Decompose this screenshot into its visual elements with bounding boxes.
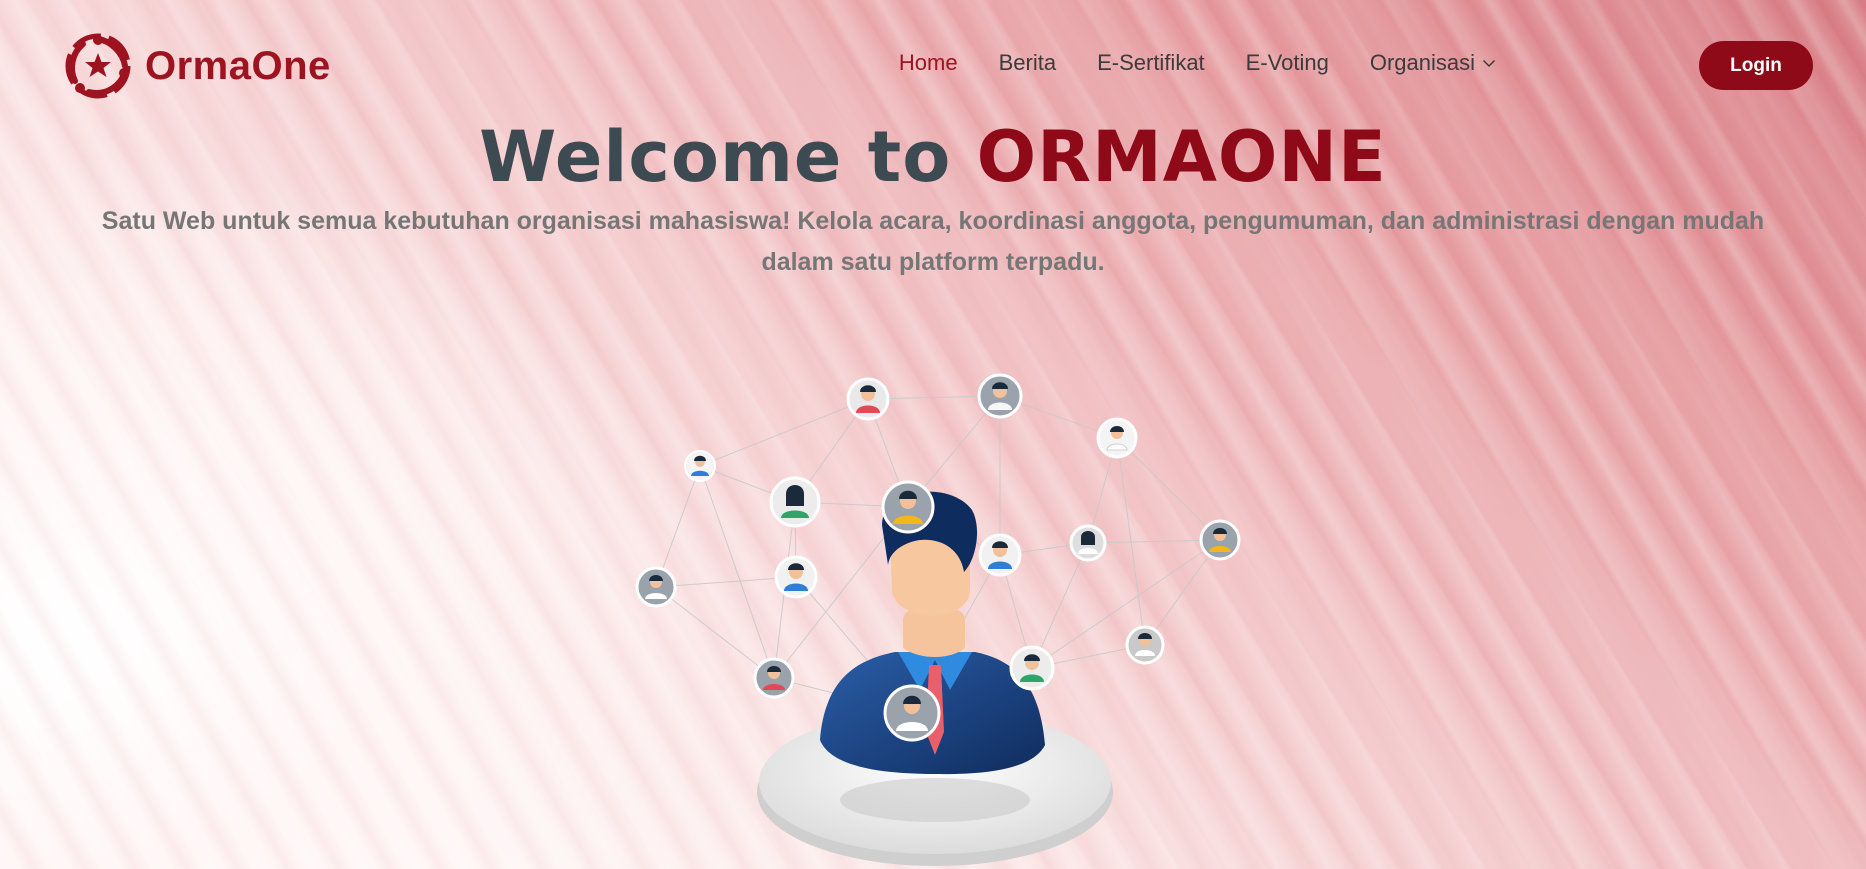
- brand-name: OrmaOne: [145, 43, 331, 88]
- avatar-node: [1125, 625, 1165, 665]
- nav-link-home[interactable]: Home: [899, 50, 958, 76]
- nav-item-e-sertifikat: E-Sertifikat: [1097, 50, 1205, 76]
- nav-menu: Home Berita E-Sertifikat E-Voting Organi…: [899, 50, 1496, 76]
- avatar-node: [1009, 645, 1055, 691]
- avatar-node: [684, 450, 716, 482]
- nav-link-e-voting[interactable]: E-Voting: [1246, 50, 1329, 76]
- login-button[interactable]: Login: [1699, 41, 1813, 90]
- avatar-node: [753, 657, 795, 699]
- hero-title-prefix: Welcome to: [479, 116, 977, 198]
- avatar-node: [977, 373, 1023, 419]
- avatar-node: [1199, 519, 1241, 561]
- nav-item-home: Home: [899, 50, 958, 76]
- avatar-node: [1096, 417, 1138, 459]
- nav-item-organisasi: Organisasi: [1370, 50, 1496, 76]
- brand-logo-link[interactable]: OrmaOne: [63, 31, 331, 101]
- nav-dropdown-organisasi[interactable]: Organisasi: [1370, 50, 1496, 76]
- nav-link-e-sertifikat[interactable]: E-Sertifikat: [1097, 50, 1205, 76]
- hero-title-highlight: ORMAONE: [976, 116, 1387, 198]
- navbar: OrmaOne Home Berita E-Sertifikat E-Votin…: [0, 0, 1866, 130]
- hero-subtitle: Satu Web untuk semua kebutuhan organisas…: [101, 207, 1765, 276]
- avatar-node: [635, 566, 677, 608]
- avatar-node: [883, 684, 941, 742]
- avatar-node: [846, 377, 890, 421]
- avatar-node: [978, 533, 1022, 577]
- nav-link-berita[interactable]: Berita: [999, 50, 1056, 76]
- nav-item-e-voting: E-Voting: [1246, 50, 1329, 76]
- nav-item-berita: Berita: [999, 50, 1056, 76]
- hero-title: Welcome to ORMAONE: [0, 116, 1866, 198]
- avatar-node: [769, 476, 821, 528]
- chevron-down-icon: [1482, 59, 1496, 68]
- nav-link-organisasi-label: Organisasi: [1369, 50, 1475, 75]
- avatar-node: [1069, 524, 1107, 562]
- avatar-node: [881, 480, 935, 534]
- avatar-node: [774, 555, 818, 599]
- people-network-illustration: [635, 373, 1241, 866]
- ormaone-logo-icon: [65, 33, 131, 99]
